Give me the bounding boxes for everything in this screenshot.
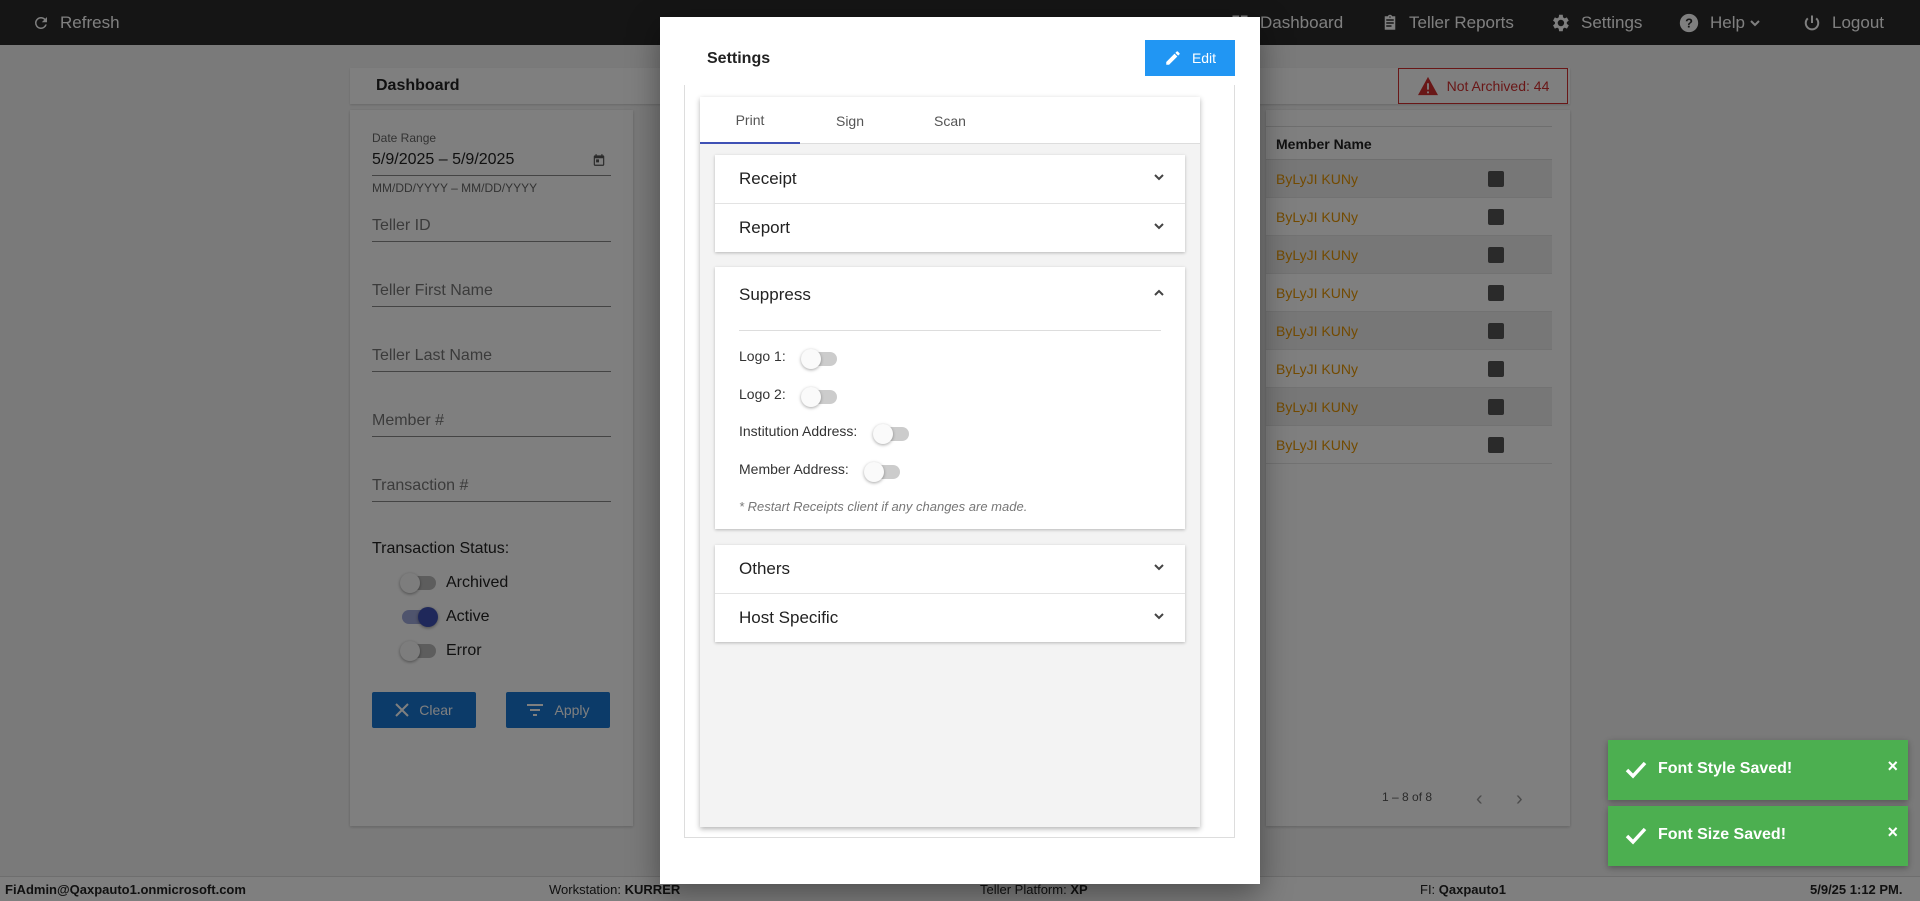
check-icon — [1625, 827, 1647, 845]
receipt-report-panel: Receipt Report — [715, 155, 1185, 252]
tab-scan-label: Scan — [934, 112, 966, 129]
others-title: Others — [739, 559, 791, 578]
institution-address-toggle[interactable] — [873, 424, 909, 444]
chevron-down-icon — [1154, 564, 1164, 571]
tab-print[interactable]: Print — [700, 97, 800, 144]
host-specific-title: Host Specific — [739, 608, 839, 627]
modal-title: Settings — [707, 50, 771, 67]
report-title: Report — [739, 218, 791, 237]
chevron-down-icon — [1154, 174, 1164, 181]
edit-button[interactable]: Edit — [1145, 40, 1235, 76]
logo2-label: Logo 2: — [739, 386, 786, 402]
toast-message: Font Style Saved! — [1658, 760, 1793, 777]
settings-card: Print Sign Scan Receipt Report Suppress — [700, 97, 1200, 827]
others-panel-header[interactable]: Others — [715, 545, 1185, 593]
chevron-down-icon — [1154, 613, 1164, 620]
toast-message: Font Size Saved! — [1658, 826, 1787, 843]
tab-scan[interactable]: Scan — [900, 97, 1000, 144]
receipt-panel-header[interactable]: Receipt — [715, 155, 1185, 203]
suppress-panel-header[interactable]: Suppress — [715, 271, 1185, 319]
chevron-down-icon — [1154, 223, 1164, 230]
logo1-label: Logo 1: — [739, 348, 786, 364]
close-icon[interactable]: × — [1887, 822, 1898, 843]
close-icon[interactable]: × — [1887, 756, 1898, 777]
suppress-divider — [739, 330, 1161, 331]
logo2-toggle[interactable] — [801, 387, 837, 407]
host-specific-panel-header[interactable]: Host Specific — [715, 593, 1185, 641]
check-icon — [1625, 761, 1647, 779]
chevron-up-icon — [1154, 289, 1164, 296]
modal-body: Print Sign Scan Receipt Report Suppress — [684, 85, 1235, 838]
tab-sign[interactable]: Sign — [800, 97, 900, 144]
edit-label: Edit — [1191, 50, 1217, 66]
pencil-icon — [1166, 51, 1180, 65]
toast-font-style: Font Style Saved! × — [1608, 740, 1908, 800]
tab-print-label: Print — [735, 111, 765, 128]
settings-modal: Settings Edit Print Sign Scan Receipt Re… — [660, 17, 1260, 884]
receipt-title: Receipt — [739, 169, 797, 188]
report-panel-header[interactable]: Report — [715, 203, 1185, 251]
suppress-panel: Suppress Logo 1: Logo 2: Institution Add… — [715, 267, 1185, 529]
member-address-label: Member Address: — [739, 461, 849, 477]
tab-sign-label: Sign — [835, 112, 865, 129]
logo1-toggle[interactable] — [801, 349, 837, 369]
institution-address-label: Institution Address: — [739, 423, 858, 439]
restart-note: * Restart Receipts client if any changes… — [739, 499, 1028, 514]
member-address-toggle[interactable] — [864, 462, 900, 482]
tab-bar: Print Sign Scan — [700, 97, 1200, 144]
suppress-title: Suppress — [739, 285, 811, 304]
others-host-panel: Others Host Specific — [715, 545, 1185, 642]
toast-font-size: Font Size Saved! × — [1608, 806, 1908, 866]
